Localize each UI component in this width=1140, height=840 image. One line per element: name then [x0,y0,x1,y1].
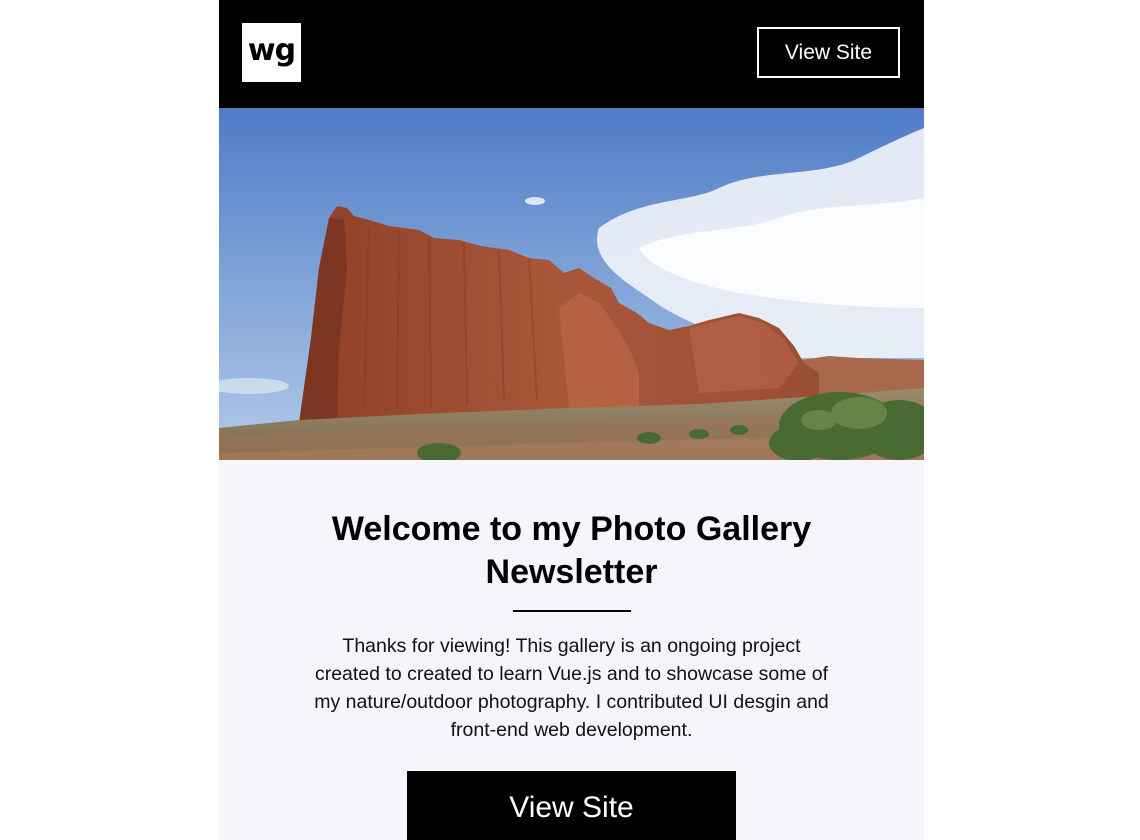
landscape-photo-icon [219,108,924,460]
hero-image [219,108,924,460]
cta-view-site-button[interactable]: View Site [407,771,736,840]
page-title: Welcome to my Photo Gallery Newsletter [331,510,812,591]
wg-logo[interactable]: wg [242,23,301,82]
email-header: wg View Site [219,0,924,108]
title-divider [512,610,631,612]
newsletter-email: wg View Site Welcome to my Photo Gallery… [219,0,924,840]
intro-paragraph: Thanks for viewing! This gallery is an o… [314,635,829,741]
main-content: Welcome to my Photo Gallery Newsletter T… [219,460,924,744]
logo-text: wg [247,32,296,68]
header-view-site-button[interactable]: View Site [757,27,900,78]
cta-label: View Site [509,791,634,824]
